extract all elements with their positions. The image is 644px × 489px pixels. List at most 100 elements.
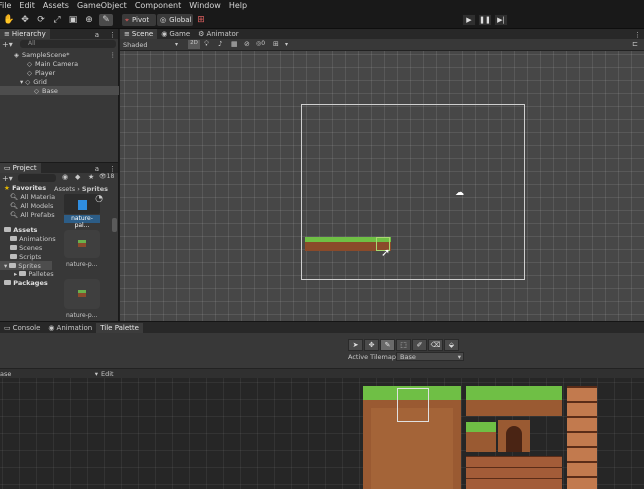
panel-menu-icon[interactable]: ⋮: [109, 165, 116, 173]
menu-assets[interactable]: Assets: [43, 1, 69, 10]
tab-scene[interactable]: ≡ Scene: [120, 29, 158, 39]
tab-game[interactable]: ◉ Game: [157, 29, 194, 39]
tree-item-main-camera[interactable]: ◇ Main Camera: [0, 59, 119, 68]
project-scrollbar[interactable]: [112, 218, 117, 232]
folder-scenes[interactable]: Scenes: [10, 244, 42, 252]
favorite-all-models[interactable]: 🔍︎ All Models: [10, 202, 53, 210]
play-button[interactable]: ▶: [462, 14, 476, 26]
project-search-input[interactable]: [18, 174, 56, 182]
menu-gameobject[interactable]: GameObject: [77, 1, 127, 10]
create-button[interactable]: +▾: [2, 174, 13, 183]
star-filter-icon[interactable]: ★: [88, 173, 94, 181]
2d-toggle[interactable]: 2D: [188, 40, 200, 49]
tile-grass-ledge[interactable]: [466, 386, 562, 400]
pivot-toggle[interactable]: ⌖ Pivot: [122, 14, 156, 26]
asset-thumb-palette[interactable]: ◔: [64, 194, 103, 214]
more-icon[interactable]: ⋮: [110, 51, 117, 59]
tile-dirt-small[interactable]: [466, 432, 496, 452]
tile-bricks-floor[interactable]: [466, 456, 562, 489]
folder-palletes[interactable]: ▸ Palletes: [14, 270, 54, 278]
shading-dropdown-arrow-icon[interactable]: ▾: [175, 41, 178, 48]
tree-item-scene[interactable]: ◈ SampleScene* ⋮: [0, 50, 119, 59]
palette-grid[interactable]: [0, 378, 644, 489]
tile-grass-dirt-large[interactable]: [363, 386, 461, 489]
tab-console[interactable]: ▭ Console: [0, 323, 44, 333]
tab-animator[interactable]: ⚙ Animator: [194, 29, 242, 39]
paint-brush-icon[interactable]: ✎: [380, 339, 395, 351]
camera-gizmo-icon[interactable]: ☁: [455, 188, 465, 198]
scene-grid[interactable]: ☁ ➚: [120, 51, 644, 321]
folder-icon: [10, 245, 17, 250]
picker-icon[interactable]: ✐: [412, 339, 427, 351]
audio-icon[interactable]: ♪: [218, 40, 222, 48]
lock-icon[interactable]: a: [95, 31, 99, 39]
tile-grass-small[interactable]: [466, 422, 496, 432]
grid-toggle-icon[interactable]: ⊞: [273, 40, 279, 48]
fill-icon[interactable]: ⬙: [444, 339, 459, 351]
tile-dirt-ledge[interactable]: [466, 400, 562, 416]
favorites-header[interactable]: ★ Favorites: [4, 184, 46, 192]
asset-thumb-label[interactable]: nature-pal...: [64, 215, 100, 229]
folder-animations[interactable]: Animations: [10, 235, 56, 243]
favorite-all-prefabs[interactable]: 🔍︎ All Prefabs: [10, 211, 55, 219]
hidden-objects-icon[interactable]: ⊘: [244, 40, 250, 48]
snap-icon[interactable]: ⊞: [194, 14, 208, 26]
rotate-tool-icon[interactable]: ⟳: [34, 14, 48, 26]
box-fill-icon[interactable]: ⬚: [396, 339, 411, 351]
gizmos-dropdown-arrow-icon[interactable]: ▾: [285, 41, 288, 48]
tile-arch[interactable]: [498, 420, 530, 452]
expand-arrow-icon: ▸: [14, 270, 18, 278]
scale-tool-icon[interactable]: ⤢: [50, 14, 64, 26]
folder-scripts[interactable]: Scripts: [10, 253, 41, 261]
folder-sprites[interactable]: ▾ Sprites: [0, 261, 52, 270]
tree-item-grid[interactable]: ▾ ◇ Grid: [0, 77, 119, 86]
lighting-icon[interactable]: 💡︎: [204, 40, 209, 49]
effects-icon[interactable]: ▦: [231, 40, 238, 48]
filter-type-icon[interactable]: ◉: [62, 173, 68, 181]
assets-header[interactable]: Assets: [4, 226, 37, 234]
game-icon: ◉: [161, 30, 168, 38]
menu-help[interactable]: Help: [229, 1, 247, 10]
tree-item-player[interactable]: ◇ Player: [0, 68, 119, 77]
collapse-icon[interactable]: ⊏: [632, 40, 638, 48]
eraser-icon[interactable]: ⌫: [428, 339, 443, 351]
panel-menu-icon[interactable]: ⋮: [634, 31, 641, 39]
asset-thumb-sprite-1[interactable]: [64, 230, 100, 258]
filter-label-icon[interactable]: ◆: [75, 173, 80, 181]
tab-project[interactable]: ▭ Project: [0, 163, 41, 173]
tab-animation[interactable]: ◉ Animation: [44, 323, 96, 333]
menu-edit[interactable]: Edit: [19, 1, 35, 10]
transform-tool-icon[interactable]: ⊕: [82, 14, 96, 26]
custom-tool-icon[interactable]: ✎: [99, 14, 113, 26]
move-tool-icon[interactable]: ✥: [364, 339, 379, 351]
visibility-count[interactable]: 👁18: [99, 173, 114, 180]
asset-thumb-sprite-2[interactable]: [64, 279, 100, 309]
menu-file[interactable]: File: [0, 1, 11, 10]
folder-icon: [4, 280, 11, 285]
tile-brick-column[interactable]: [567, 386, 597, 489]
hand-tool-icon[interactable]: ✋: [2, 14, 16, 26]
active-tilemap-dropdown[interactable]: Base ▾: [396, 352, 464, 361]
tab-hierarchy[interactable]: ≡ Hierarchy: [0, 29, 50, 39]
add-button[interactable]: +▾: [2, 40, 14, 49]
palette-edit-button[interactable]: Edit: [101, 370, 114, 378]
menu-component[interactable]: Component: [135, 1, 181, 10]
favorite-all-materials[interactable]: 🔍︎ All Materia: [10, 193, 55, 201]
rect-tool-icon[interactable]: ▣: [66, 14, 80, 26]
tilemap-sprite[interactable]: [305, 237, 391, 251]
hierarchy-search-input[interactable]: All: [20, 40, 116, 48]
move-tool-icon[interactable]: ✥: [18, 14, 32, 26]
pause-button[interactable]: ❚❚: [478, 14, 492, 26]
select-tool-icon[interactable]: ➤: [348, 339, 363, 351]
palette-dropdown[interactable]: ase ▾: [0, 370, 98, 378]
panel-menu-icon[interactable]: ⋮: [109, 31, 116, 39]
global-toggle[interactable]: ◎ Global: [157, 14, 193, 26]
tree-item-base[interactable]: ◇ Base: [0, 86, 119, 95]
tab-tile-palette[interactable]: Tile Palette: [96, 323, 143, 333]
packages-header[interactable]: Packages: [4, 279, 48, 287]
shading-mode-dropdown[interactable]: Shaded: [123, 41, 147, 49]
step-button[interactable]: ▶|: [494, 14, 508, 26]
visibility-count-icon[interactable]: ◎0: [256, 40, 265, 47]
menu-window[interactable]: Window: [189, 1, 221, 10]
lock-icon[interactable]: a: [95, 165, 99, 173]
